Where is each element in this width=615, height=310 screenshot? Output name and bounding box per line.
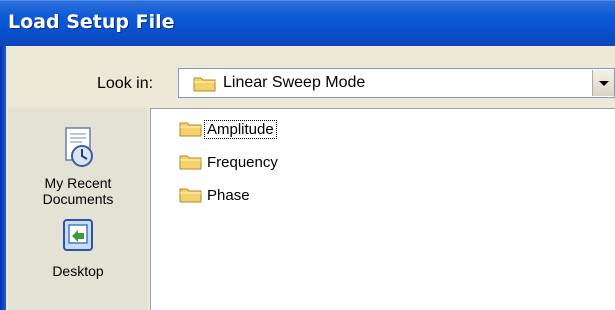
folder-icon xyxy=(193,75,217,98)
list-item[interactable]: Frequency xyxy=(179,152,280,172)
desktop-icon xyxy=(8,216,148,261)
title-bar[interactable]: Load Setup File xyxy=(0,0,615,46)
place-label: Documents xyxy=(42,191,114,207)
folder-icon xyxy=(179,120,203,138)
places-bar: My Recent Documents Desktop xyxy=(8,108,148,310)
window-border xyxy=(0,46,6,310)
window-title: Load Setup File xyxy=(8,11,175,33)
recent-documents-icon xyxy=(8,126,148,173)
list-item[interactable]: Phase xyxy=(179,185,252,205)
file-list[interactable]: Amplitude Frequency Phase xyxy=(150,108,615,310)
file-name: Frequency xyxy=(207,153,278,171)
list-item[interactable]: Amplitude xyxy=(179,119,277,139)
place-label: My Recent xyxy=(44,175,112,191)
file-name: Phase xyxy=(207,186,250,204)
file-name: Amplitude xyxy=(204,119,277,139)
place-my-recent-documents[interactable]: My Recent Documents xyxy=(8,126,148,207)
look-in-dropdown[interactable]: Linear Sweep Mode xyxy=(178,68,615,98)
folder-icon xyxy=(179,186,203,204)
folder-icon xyxy=(179,153,203,171)
place-desktop[interactable]: Desktop xyxy=(8,216,148,279)
place-label: Desktop xyxy=(52,263,104,279)
look-in-label: Look in: xyxy=(97,75,154,92)
look-in-value: Linear Sweep Mode xyxy=(223,74,366,91)
dropdown-arrow-button[interactable] xyxy=(592,70,614,96)
